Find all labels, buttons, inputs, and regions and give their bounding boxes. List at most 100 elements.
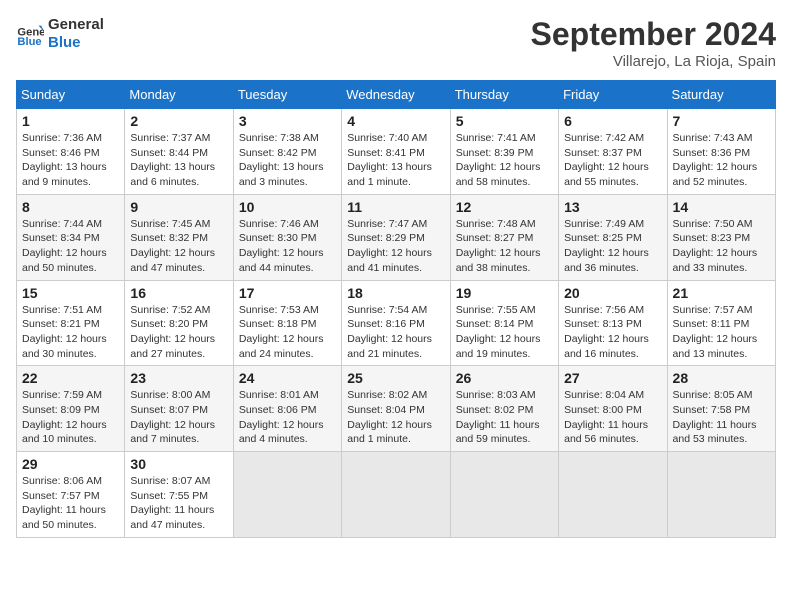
logo-general-text: General <box>48 16 104 34</box>
day-number: 8 <box>22 199 119 215</box>
day-info: Sunrise: 7:36 AMSunset: 8:46 PMDaylight:… <box>22 132 107 188</box>
day-number: 20 <box>564 285 661 301</box>
table-cell <box>559 452 667 538</box>
logo-icon: General Blue <box>16 20 44 48</box>
day-number: 24 <box>239 370 336 386</box>
day-number: 17 <box>239 285 336 301</box>
table-cell: 9 Sunrise: 7:45 AMSunset: 8:32 PMDayligh… <box>125 194 233 280</box>
page-header: General Blue General Blue September 2024… <box>16 16 776 70</box>
col-sunday: Sunday <box>17 81 125 109</box>
day-number: 26 <box>456 370 553 386</box>
table-cell: 4 Sunrise: 7:40 AMSunset: 8:41 PMDayligh… <box>342 109 450 195</box>
day-info: Sunrise: 7:49 AMSunset: 8:25 PMDaylight:… <box>564 218 649 274</box>
table-cell: 29 Sunrise: 8:06 AMSunset: 7:57 PMDaylig… <box>17 452 125 538</box>
table-cell: 14 Sunrise: 7:50 AMSunset: 8:23 PMDaylig… <box>667 194 775 280</box>
calendar-week-3: 15 Sunrise: 7:51 AMSunset: 8:21 PMDaylig… <box>17 280 776 366</box>
calendar-header-row: Sunday Monday Tuesday Wednesday Thursday… <box>17 81 776 109</box>
day-number: 30 <box>130 456 227 472</box>
day-info: Sunrise: 7:46 AMSunset: 8:30 PMDaylight:… <box>239 218 324 274</box>
table-cell: 27 Sunrise: 8:04 AMSunset: 8:00 PMDaylig… <box>559 366 667 452</box>
day-number: 3 <box>239 113 336 129</box>
table-cell: 28 Sunrise: 8:05 AMSunset: 7:58 PMDaylig… <box>667 366 775 452</box>
day-number: 21 <box>673 285 770 301</box>
col-monday: Monday <box>125 81 233 109</box>
day-number: 5 <box>456 113 553 129</box>
table-cell: 30 Sunrise: 8:07 AMSunset: 7:55 PMDaylig… <box>125 452 233 538</box>
table-cell: 5 Sunrise: 7:41 AMSunset: 8:39 PMDayligh… <box>450 109 558 195</box>
col-friday: Friday <box>559 81 667 109</box>
calendar-week-5: 29 Sunrise: 8:06 AMSunset: 7:57 PMDaylig… <box>17 452 776 538</box>
day-number: 15 <box>22 285 119 301</box>
day-number: 1 <box>22 113 119 129</box>
day-info: Sunrise: 7:57 AMSunset: 8:11 PMDaylight:… <box>673 304 758 360</box>
day-info: Sunrise: 7:59 AMSunset: 8:09 PMDaylight:… <box>22 389 107 445</box>
table-cell <box>342 452 450 538</box>
table-cell: 26 Sunrise: 8:03 AMSunset: 8:02 PMDaylig… <box>450 366 558 452</box>
day-number: 12 <box>456 199 553 215</box>
table-cell <box>450 452 558 538</box>
logo-blue-text: Blue <box>48 34 104 52</box>
table-cell: 16 Sunrise: 7:52 AMSunset: 8:20 PMDaylig… <box>125 280 233 366</box>
col-thursday: Thursday <box>450 81 558 109</box>
day-number: 13 <box>564 199 661 215</box>
table-cell: 24 Sunrise: 8:01 AMSunset: 8:06 PMDaylig… <box>233 366 341 452</box>
day-number: 25 <box>347 370 444 386</box>
table-cell: 20 Sunrise: 7:56 AMSunset: 8:13 PMDaylig… <box>559 280 667 366</box>
day-info: Sunrise: 8:00 AMSunset: 8:07 PMDaylight:… <box>130 389 215 445</box>
col-tuesday: Tuesday <box>233 81 341 109</box>
table-cell: 6 Sunrise: 7:42 AMSunset: 8:37 PMDayligh… <box>559 109 667 195</box>
day-info: Sunrise: 7:45 AMSunset: 8:32 PMDaylight:… <box>130 218 215 274</box>
day-info: Sunrise: 8:05 AMSunset: 7:58 PMDaylight:… <box>673 389 757 445</box>
day-info: Sunrise: 7:55 AMSunset: 8:14 PMDaylight:… <box>456 304 541 360</box>
day-info: Sunrise: 8:06 AMSunset: 7:57 PMDaylight:… <box>22 475 106 531</box>
day-number: 14 <box>673 199 770 215</box>
calendar-week-4: 22 Sunrise: 7:59 AMSunset: 8:09 PMDaylig… <box>17 366 776 452</box>
day-info: Sunrise: 8:02 AMSunset: 8:04 PMDaylight:… <box>347 389 432 445</box>
day-info: Sunrise: 8:07 AMSunset: 7:55 PMDaylight:… <box>130 475 214 531</box>
day-info: Sunrise: 7:42 AMSunset: 8:37 PMDaylight:… <box>564 132 649 188</box>
table-cell: 12 Sunrise: 7:48 AMSunset: 8:27 PMDaylig… <box>450 194 558 280</box>
day-info: Sunrise: 7:51 AMSunset: 8:21 PMDaylight:… <box>22 304 107 360</box>
table-cell: 7 Sunrise: 7:43 AMSunset: 8:36 PMDayligh… <box>667 109 775 195</box>
table-cell: 21 Sunrise: 7:57 AMSunset: 8:11 PMDaylig… <box>667 280 775 366</box>
day-info: Sunrise: 8:01 AMSunset: 8:06 PMDaylight:… <box>239 389 324 445</box>
table-cell: 23 Sunrise: 8:00 AMSunset: 8:07 PMDaylig… <box>125 366 233 452</box>
day-info: Sunrise: 7:52 AMSunset: 8:20 PMDaylight:… <box>130 304 215 360</box>
month-title: September 2024 <box>531 16 776 53</box>
day-number: 22 <box>22 370 119 386</box>
day-number: 19 <box>456 285 553 301</box>
day-number: 28 <box>673 370 770 386</box>
day-info: Sunrise: 7:53 AMSunset: 8:18 PMDaylight:… <box>239 304 324 360</box>
day-info: Sunrise: 7:48 AMSunset: 8:27 PMDaylight:… <box>456 218 541 274</box>
table-cell: 1 Sunrise: 7:36 AMSunset: 8:46 PMDayligh… <box>17 109 125 195</box>
day-info: Sunrise: 7:40 AMSunset: 8:41 PMDaylight:… <box>347 132 432 188</box>
calendar-week-1: 1 Sunrise: 7:36 AMSunset: 8:46 PMDayligh… <box>17 109 776 195</box>
table-cell: 11 Sunrise: 7:47 AMSunset: 8:29 PMDaylig… <box>342 194 450 280</box>
table-cell: 18 Sunrise: 7:54 AMSunset: 8:16 PMDaylig… <box>342 280 450 366</box>
day-info: Sunrise: 8:03 AMSunset: 8:02 PMDaylight:… <box>456 389 540 445</box>
day-info: Sunrise: 7:41 AMSunset: 8:39 PMDaylight:… <box>456 132 541 188</box>
table-cell: 17 Sunrise: 7:53 AMSunset: 8:18 PMDaylig… <box>233 280 341 366</box>
day-number: 23 <box>130 370 227 386</box>
day-number: 18 <box>347 285 444 301</box>
day-number: 9 <box>130 199 227 215</box>
table-cell <box>667 452 775 538</box>
table-cell: 3 Sunrise: 7:38 AMSunset: 8:42 PMDayligh… <box>233 109 341 195</box>
day-number: 16 <box>130 285 227 301</box>
calendar-table: Sunday Monday Tuesday Wednesday Thursday… <box>16 80 776 538</box>
calendar-week-2: 8 Sunrise: 7:44 AMSunset: 8:34 PMDayligh… <box>17 194 776 280</box>
table-cell: 19 Sunrise: 7:55 AMSunset: 8:14 PMDaylig… <box>450 280 558 366</box>
day-number: 6 <box>564 113 661 129</box>
logo: General Blue General Blue <box>16 16 104 52</box>
day-number: 29 <box>22 456 119 472</box>
day-info: Sunrise: 7:54 AMSunset: 8:16 PMDaylight:… <box>347 304 432 360</box>
day-number: 4 <box>347 113 444 129</box>
table-cell: 25 Sunrise: 8:02 AMSunset: 8:04 PMDaylig… <box>342 366 450 452</box>
day-number: 10 <box>239 199 336 215</box>
day-number: 27 <box>564 370 661 386</box>
table-cell: 15 Sunrise: 7:51 AMSunset: 8:21 PMDaylig… <box>17 280 125 366</box>
table-cell: 8 Sunrise: 7:44 AMSunset: 8:34 PMDayligh… <box>17 194 125 280</box>
day-number: 7 <box>673 113 770 129</box>
day-info: Sunrise: 7:50 AMSunset: 8:23 PMDaylight:… <box>673 218 758 274</box>
day-info: Sunrise: 7:44 AMSunset: 8:34 PMDaylight:… <box>22 218 107 274</box>
